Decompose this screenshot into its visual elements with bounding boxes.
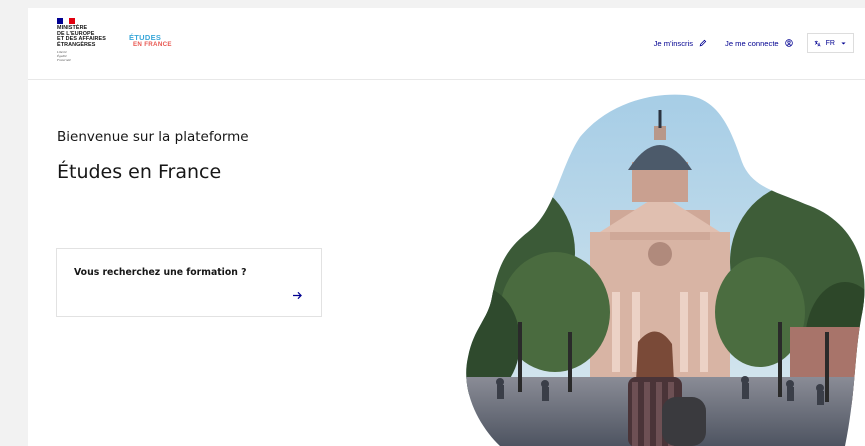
- language-selector[interactable]: FR: [806, 33, 854, 53]
- search-card-label: Vous recherchez une formation ?: [74, 267, 247, 278]
- ministry-line: étrangères: [57, 41, 96, 48]
- republic-motto: Liberté Égalité Fraternité: [57, 51, 127, 62]
- signup-label: Je m'inscris: [653, 38, 694, 48]
- etudes-en-france-logo[interactable]: ÉTUDES EN FRANCE: [129, 34, 172, 48]
- government-logo[interactable]: Ministère de l'Europe et des affaires ét…: [57, 18, 127, 74]
- welcome-heading: Bienvenue sur la plateforme: [57, 129, 249, 145]
- site-header: Ministère de l'Europe et des affaires ét…: [28, 8, 865, 80]
- ministry-name: Ministère de l'Europe et des affaires ét…: [57, 25, 127, 48]
- pencil-icon: [699, 39, 707, 47]
- chevron-down-icon: [841, 41, 846, 45]
- signup-link[interactable]: Je m'inscris: [654, 39, 707, 48]
- translate-icon: [814, 40, 821, 46]
- login-link[interactable]: Je me connecte: [725, 39, 793, 48]
- platform-title: Études en France: [57, 161, 222, 183]
- arrow-right-icon: [293, 291, 302, 300]
- login-label: Je me connecte: [725, 38, 779, 48]
- hero-sorbonne-image: [466, 94, 865, 446]
- brand-line-2: EN FRANCE: [133, 40, 172, 48]
- french-flag-icon: [57, 18, 75, 24]
- search-formation-card[interactable]: Vous recherchez une formation ?: [56, 248, 322, 317]
- motto-line: Fraternité: [57, 57, 71, 62]
- language-label: FR: [825, 39, 835, 47]
- account-circle-icon: [784, 39, 793, 47]
- header-nav: Je m'inscris Je me connecte FR: [636, 33, 854, 53]
- page-frame: Ministère de l'Europe et des affaires ét…: [28, 8, 865, 446]
